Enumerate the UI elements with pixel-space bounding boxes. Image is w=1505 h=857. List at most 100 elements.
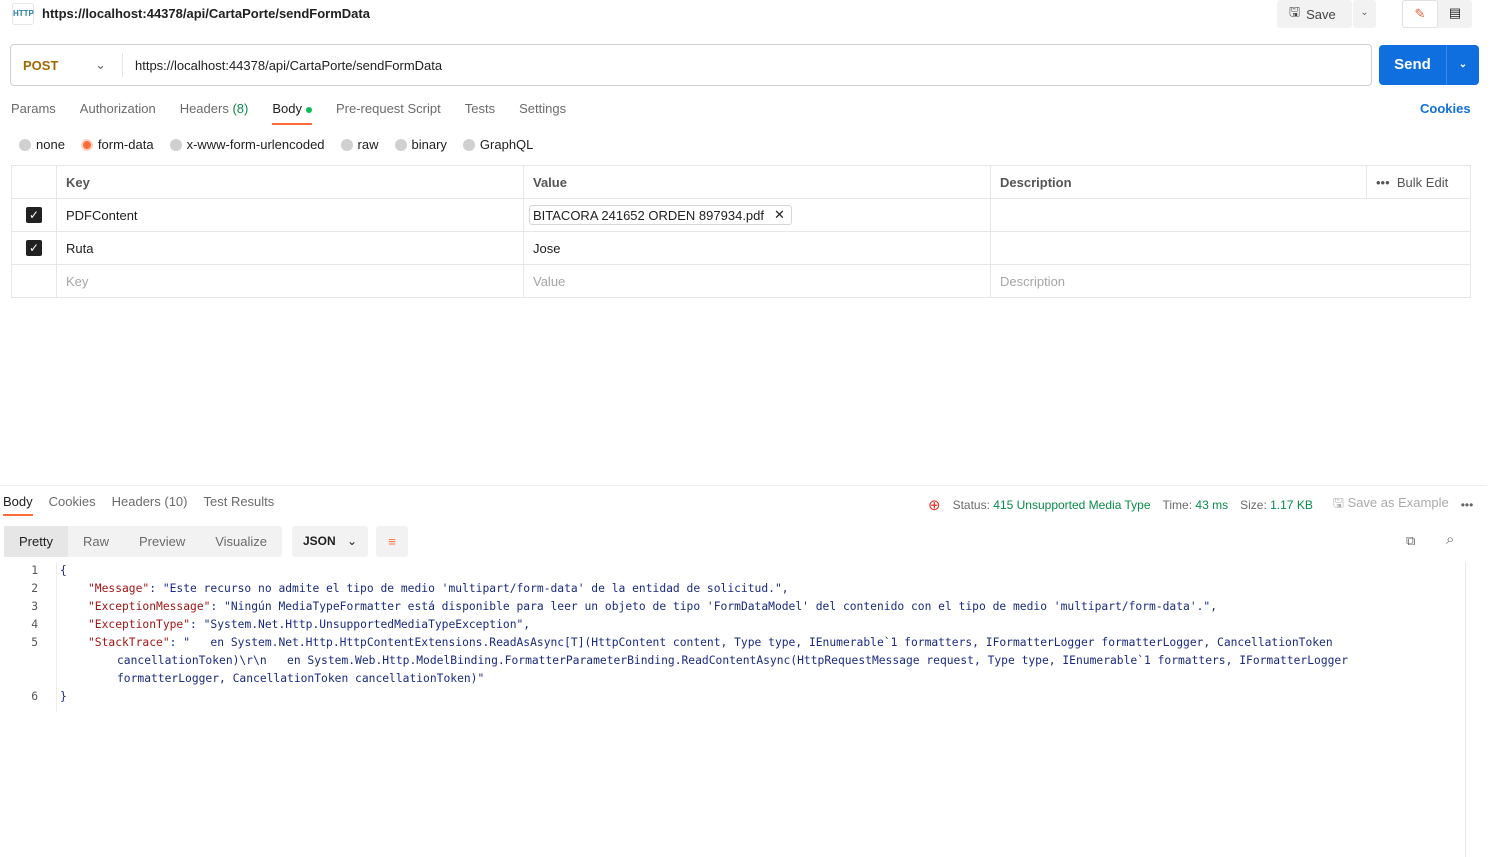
save-example-label: Save as Example xyxy=(1347,495,1449,510)
headers-count: (8) xyxy=(232,101,249,116)
wrap-lines-icon[interactable]: ≡ xyxy=(376,526,408,557)
description-input[interactable]: Description xyxy=(990,264,1471,298)
json-key: "ExceptionType" xyxy=(88,618,191,631)
view-pretty[interactable]: Pretty xyxy=(4,526,68,557)
time-label: Time: xyxy=(1162,498,1193,512)
send-button[interactable]: Send ⌄ xyxy=(1379,45,1479,85)
description-column-header: Description xyxy=(990,165,1367,199)
radio-x-www-form-urlencoded[interactable]: x-www-form-urlencoded xyxy=(169,137,325,152)
response-tab-headers[interactable]: Headers (10) xyxy=(112,494,188,516)
form-data-table: Key Value Description ••• Bulk Edit ✓ PD… xyxy=(11,165,1471,298)
key-cell[interactable]: Ruta xyxy=(56,231,524,265)
tab-body[interactable]: Body xyxy=(272,101,312,125)
body-type-radios: none form-data x-www-form-urlencoded raw… xyxy=(19,137,533,152)
key-input[interactable]: Key xyxy=(56,264,524,298)
right-panel-toggle: ✎ ▤ xyxy=(1402,0,1472,28)
save-button[interactable]: 🖫 Save xyxy=(1277,0,1352,28)
request-title: https://localhost:44378/api/CartaPorte/s… xyxy=(42,6,370,21)
response-tab-body[interactable]: Body xyxy=(3,494,33,516)
tab-settings[interactable]: Settings xyxy=(519,101,566,125)
scrollbar[interactable] xyxy=(1465,562,1466,857)
radio-none[interactable]: none xyxy=(19,137,65,152)
response-status-bar: ⊕ Status: 415 Unsupported Media Type Tim… xyxy=(928,494,1473,516)
json-key: "StackTrace" xyxy=(88,636,170,649)
view-preview[interactable]: Preview xyxy=(124,526,200,557)
status-label: Status: xyxy=(952,498,990,512)
description-cell[interactable] xyxy=(990,231,1471,265)
save-label: Save xyxy=(1306,6,1336,22)
key-cell[interactable]: PDFContent xyxy=(56,198,524,232)
method-select[interactable]: POST ⌄ xyxy=(11,53,123,77)
radio-binary[interactable]: binary xyxy=(394,137,447,152)
tab-params[interactable]: Params xyxy=(11,101,56,125)
http-icon: HTTP xyxy=(12,3,34,25)
save-icon: 🖫 xyxy=(1332,495,1344,510)
tab-pre-request-script[interactable]: Pre-request Script xyxy=(336,101,441,125)
radio-label: form-data xyxy=(97,137,154,152)
send-label: Send xyxy=(1379,45,1447,85)
description-cell[interactable] xyxy=(990,198,1471,232)
copy-icon[interactable]: ⧉ xyxy=(1406,533,1415,549)
code-line: { xyxy=(60,564,67,577)
time-value[interactable]: 43 ms xyxy=(1195,498,1228,512)
radio-label: binary xyxy=(411,137,447,152)
request-tabs: Params Authorization Headers (8) Body Pr… xyxy=(11,101,566,125)
radio-form-data[interactable]: form-data xyxy=(80,137,154,152)
size-value[interactable]: 1.17 KB xyxy=(1270,498,1313,512)
url-input[interactable]: https://localhost:44378/api/CartaPorte/s… xyxy=(123,58,442,73)
status-value[interactable]: 415 Unsupported Media Type xyxy=(993,498,1150,512)
save-dropdown-button[interactable]: ⌄ xyxy=(1353,0,1376,28)
code-gutter xyxy=(56,562,57,712)
value-input[interactable]: Value xyxy=(523,264,991,298)
row-checkbox[interactable]: ✓ xyxy=(26,240,42,256)
response-tab-cookies[interactable]: Cookies xyxy=(49,494,96,516)
code-line: } xyxy=(60,690,67,703)
format-label: JSON xyxy=(303,534,336,548)
method-label: POST xyxy=(23,57,59,73)
view-visualize[interactable]: Visualize xyxy=(200,526,282,557)
radio-label: none xyxy=(36,137,65,152)
code-line: "StackTrace": " en System.Net.Http.HttpC… xyxy=(88,634,1448,652)
time: Time: 43 ms xyxy=(1163,498,1229,512)
search-icon[interactable]: ⌕ xyxy=(1446,531,1454,548)
size-label: Size: xyxy=(1240,498,1267,512)
radio-graphql[interactable]: GraphQL xyxy=(462,137,533,152)
remove-file-icon[interactable]: ✕ xyxy=(774,207,785,223)
response-tabs: Body Cookies Headers (10) Test Results xyxy=(3,494,274,516)
save-as-example-button[interactable]: 🖫 Save as Example xyxy=(1333,494,1449,516)
table-row-new: Key Value Description xyxy=(11,264,1471,298)
json-value: : " en System.Net.Http.HttpContentExtens… xyxy=(169,636,1333,649)
radio-label: x-www-form-urlencoded xyxy=(186,137,325,152)
row-checkbox[interactable]: ✓ xyxy=(26,207,42,223)
view-raw[interactable]: Raw xyxy=(68,526,124,557)
json-value: : "Este recurso no admite el tipo de med… xyxy=(149,582,789,595)
json-value: : "Ningún MediaTypeFormatter está dispon… xyxy=(210,600,1218,613)
response-view-toggle: Pretty Raw Preview Visualize xyxy=(4,526,283,557)
radio-raw[interactable]: raw xyxy=(340,137,379,152)
more-icon[interactable]: ••• xyxy=(1461,498,1474,512)
line-number: 1 xyxy=(31,564,38,577)
bulk-edit-button[interactable]: Bulk Edit xyxy=(1397,175,1448,190)
response-tab-test-results[interactable]: Test Results xyxy=(203,494,274,516)
chevron-down-icon[interactable]: ⌄ xyxy=(1447,45,1479,85)
format-select[interactable]: JSON ⌄ xyxy=(292,526,368,557)
tab-headers[interactable]: Headers (8) xyxy=(180,101,249,125)
tab-tests[interactable]: Tests xyxy=(465,101,495,125)
body-indicator-dot xyxy=(305,106,312,113)
bulk-edit-cell: ••• Bulk Edit xyxy=(1366,165,1471,199)
file-chip: BITACORA 241652 ORDEN 897934.pdf ✕ xyxy=(529,205,792,225)
table-row: ✓ PDFContent BITACORA 241652 ORDEN 89793… xyxy=(11,198,1471,232)
json-value: : "System.Net.Http.UnsupportedMediaTypeE… xyxy=(190,618,531,631)
table-header-row: Key Value Description ••• Bulk Edit xyxy=(11,165,1471,199)
comment-icon[interactable]: ▤ xyxy=(1438,0,1472,28)
value-cell[interactable]: Jose xyxy=(523,231,991,265)
network-error-icon[interactable]: ⊕ xyxy=(928,496,941,514)
tab-authorization[interactable]: Authorization xyxy=(80,101,156,125)
value-cell[interactable]: BITACORA 241652 ORDEN 897934.pdf ✕ xyxy=(523,198,991,232)
url-bar: POST ⌄ https://localhost:44378/api/CartaP… xyxy=(10,44,1372,86)
code-line-wrapped: formatterLogger, CancellationToken cance… xyxy=(117,672,485,685)
cookies-link[interactable]: Cookies xyxy=(1420,101,1471,116)
line-number: 3 xyxy=(31,600,38,613)
more-icon[interactable]: ••• xyxy=(1376,175,1390,190)
edit-icon[interactable]: ✎ xyxy=(1402,0,1438,28)
